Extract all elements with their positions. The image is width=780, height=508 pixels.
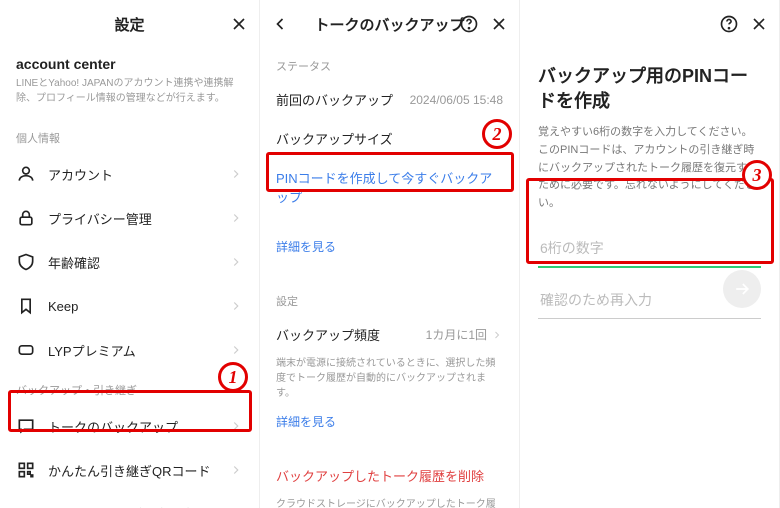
chevron-right-icon: [229, 167, 243, 181]
header: [520, 0, 779, 48]
list-item-label: かんたん引き継ぎQRコード: [48, 461, 211, 480]
close-icon[interactable]: [749, 14, 769, 34]
account-center-desc: LINEとYahoo! JAPANのアカウント連携や連携解除、プロフィール情報の…: [16, 76, 243, 106]
detail-link-row[interactable]: 詳細を見る: [260, 234, 519, 265]
backup-panel: トークのバックアップ ステータス 前回のバックアップ 2024/06/05 15…: [260, 0, 520, 508]
create-pin-backup-link[interactable]: PINコードを作成して今すぐバックアップ: [276, 168, 503, 206]
list-item-label: プライバシー管理: [48, 209, 152, 228]
chevron-right-icon: [229, 419, 243, 433]
last-backup-label: 前回のバックアップ: [276, 90, 393, 109]
page-title: トークのバックアップ: [314, 14, 464, 35]
section-settings: 設定: [260, 283, 519, 315]
list-item-label: アカウント: [48, 165, 113, 184]
last-backup-row: 前回のバックアップ 2024/06/05 15:48: [260, 80, 519, 119]
backup-size-row: バックアップサイズ: [260, 119, 519, 158]
chat-icon: [16, 416, 36, 436]
delete-backup-desc: クラウドストレージにバックアップしたトーク履歴と、バックアップ用のPINコードを…: [260, 495, 519, 508]
detail-link[interactable]: 詳細を見る: [276, 413, 336, 430]
annotation-badge-2: 2: [482, 119, 512, 149]
help-icon[interactable]: [719, 14, 739, 34]
close-icon[interactable]: [489, 14, 509, 34]
chevron-right-icon: [491, 329, 503, 341]
pin-create-panel: バックアップ用のPINコードを作成 覚えやすい6桁の数字を入力してください。この…: [520, 0, 780, 508]
backup-frequency-label: バックアップ頻度: [276, 325, 380, 344]
sidebar-item-account[interactable]: アカウント: [0, 152, 259, 196]
chevron-right-icon: [229, 211, 243, 225]
sidebar-item-qr[interactable]: かんたん引き継ぎQRコード: [0, 448, 259, 492]
qr-icon: [16, 460, 36, 480]
lock-icon: [16, 208, 36, 228]
list-item-label: 年齢確認: [48, 253, 100, 272]
delete-backup-link[interactable]: バックアップしたトーク履歴を削除: [276, 466, 484, 485]
pin-page-title: バックアップ用のPINコードを作成: [538, 64, 761, 114]
next-button[interactable]: [723, 270, 761, 308]
list-item-label: アカウント引き継ぎオプション: [47, 504, 218, 508]
sidebar-item-privacy[interactable]: プライバシー管理: [0, 196, 259, 240]
chevron-right-icon: [229, 255, 243, 269]
user-icon: [16, 164, 36, 184]
help-icon[interactable]: [459, 14, 479, 34]
sidebar-item-talk-backup[interactable]: トークのバックアップ: [0, 404, 259, 448]
header: 設定: [0, 0, 259, 48]
sidebar-item-keep[interactable]: Keep: [0, 284, 259, 328]
back-icon[interactable]: [270, 14, 290, 34]
page-title: 設定: [114, 14, 144, 35]
list-item-label: トークのバックアップ: [48, 417, 178, 436]
backup-size-label: バックアップサイズ: [276, 129, 393, 148]
annotation-badge-3: 3: [742, 160, 772, 190]
sidebar-item-age[interactable]: 年齢確認: [0, 240, 259, 284]
settings-panel: 設定 account center LINEとYahoo! JAPANのアカウン…: [0, 0, 260, 508]
shield-icon: [16, 252, 36, 272]
list-item-label: Keep: [48, 299, 78, 314]
delete-backup-row[interactable]: バックアップしたトーク履歴を削除: [260, 456, 519, 495]
annotation-badge-1: 1: [218, 362, 248, 392]
close-icon[interactable]: [229, 14, 249, 34]
chevron-right-icon: [229, 463, 243, 477]
detail-link[interactable]: 詳細を見る: [276, 238, 336, 255]
section-status: ステータス: [260, 48, 519, 80]
chevron-right-icon: [229, 299, 243, 313]
account-center-title: account center: [16, 56, 243, 72]
section-personal: 個人情報: [0, 120, 259, 152]
backup-frequency-desc: 端末が電源に接続されているときに、選択した頻度でトーク履歴が自動的にバックアップ…: [260, 354, 519, 409]
pin-page-desc: 覚えやすい6桁の数字を入力してください。このPINコードは、アカウントの引き継ぎ…: [538, 124, 761, 212]
chevron-right-icon: [229, 343, 243, 357]
sidebar-item-lyp[interactable]: LYPプレミアム: [0, 328, 259, 372]
backup-frequency-row[interactable]: バックアップ頻度 1カ月に1回: [260, 315, 519, 354]
account-center-block[interactable]: account center LINEとYahoo! JAPANのアカウント連携…: [0, 48, 259, 120]
premium-icon: [16, 340, 36, 360]
backup-frequency-value: 1カ月に1回: [426, 326, 487, 343]
sidebar-item-transfer-option[interactable]: アカウント引き継ぎオプション: [0, 492, 259, 508]
bookmark-icon: [16, 296, 36, 316]
last-backup-value: 2024/06/05 15:48: [410, 93, 503, 107]
list-item-label: LYPプレミアム: [48, 341, 136, 360]
arrow-right-icon: [732, 279, 752, 299]
create-pin-backup-row[interactable]: PINコードを作成して今すぐバックアップ: [260, 158, 519, 216]
header: トークのバックアップ: [260, 0, 519, 48]
pin-input[interactable]: [538, 230, 761, 268]
detail-link-row-2[interactable]: 詳細を見る: [260, 409, 519, 440]
